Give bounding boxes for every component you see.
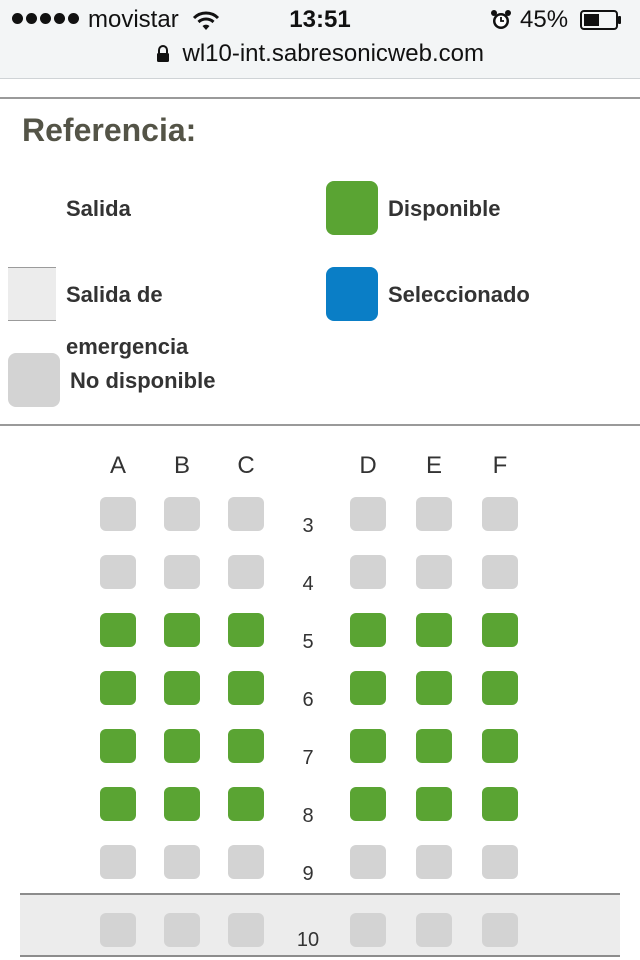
lock-icon [157, 45, 170, 62]
seat-3e [416, 497, 452, 531]
seat-9c [228, 845, 264, 879]
legend-swatch-unavailable [8, 353, 60, 407]
seat-7e[interactable] [416, 729, 452, 763]
seat-7c[interactable] [228, 729, 264, 763]
column-label-d: D [359, 452, 377, 479]
seat-4d [350, 555, 386, 589]
seat-8d[interactable] [350, 787, 386, 821]
seat-3c [228, 497, 264, 531]
seat-9f [482, 845, 518, 879]
column-label-a: A [109, 452, 126, 479]
seat-4a [100, 555, 136, 589]
divider [0, 424, 640, 426]
seat-4b [164, 555, 200, 589]
row-number: 9 [302, 863, 314, 885]
seat-5c[interactable] [228, 613, 264, 647]
row-number: 8 [302, 805, 314, 827]
seat-10e [416, 913, 452, 947]
seat-10b [164, 913, 200, 947]
seat-8b[interactable] [164, 787, 200, 821]
legend-label-seleccionado: Seleccionado [388, 282, 530, 307]
seat-6b[interactable] [164, 671, 200, 705]
row-number: 3 [302, 515, 314, 537]
seat-3a [100, 497, 136, 531]
seat-9e [416, 845, 452, 879]
row-number: 5 [302, 631, 314, 653]
battery-icon [580, 10, 621, 30]
seat-5f[interactable] [482, 613, 518, 647]
status-bar: movistar 13:51 45% [0, 0, 640, 40]
seat-6a[interactable] [100, 671, 136, 705]
column-label-c: C [237, 452, 255, 479]
row-number: 10 [296, 929, 320, 951]
seat-10c [228, 913, 264, 947]
seat-8f[interactable] [482, 787, 518, 821]
seat-10d [350, 913, 386, 947]
column-label-f: F [492, 452, 508, 479]
legend-label-emergencia: emergencia [66, 334, 189, 359]
seat-5d[interactable] [350, 613, 386, 647]
divider [0, 97, 640, 99]
column-label-b: B [173, 452, 190, 479]
seat-5e[interactable] [416, 613, 452, 647]
browser-chrome: movistar 13:51 45% wl10-int.sabresonicwe… [0, 0, 640, 79]
seat-3d [350, 497, 386, 531]
seat-5b[interactable] [164, 613, 200, 647]
column-label-e: E [425, 452, 442, 479]
url-text: wl10-int.sabresonicweb.com [182, 40, 484, 67]
seat-9b [164, 845, 200, 879]
legend-swatch-selected [326, 267, 378, 321]
legend-label-salida: Salida [66, 196, 131, 221]
seat-6f[interactable] [482, 671, 518, 705]
battery-percent: 45% [520, 6, 569, 33]
legend-label-no-disponible: No disponible [70, 368, 216, 393]
address-bar[interactable]: wl10-int.sabresonicweb.com [0, 40, 640, 74]
seat-10a [100, 913, 136, 947]
legend-label-salida-de: Salida de [66, 282, 163, 307]
seat-8e[interactable] [416, 787, 452, 821]
row-number: 7 [302, 747, 314, 769]
row-number: 4 [302, 573, 314, 595]
seat-7b[interactable] [164, 729, 200, 763]
seat-8a[interactable] [100, 787, 136, 821]
seat-4f [482, 555, 518, 589]
seat-7a[interactable] [100, 729, 136, 763]
seat-9d [350, 845, 386, 879]
legend-label-disponible: Disponible [388, 196, 501, 221]
seat-7d[interactable] [350, 729, 386, 763]
seat-4c [228, 555, 264, 589]
row-number: 6 [302, 689, 314, 711]
seat-5a[interactable] [100, 613, 136, 647]
seat-10f [482, 913, 518, 947]
seat-3f [482, 497, 518, 531]
seat-9a [100, 845, 136, 879]
alarm-clock-icon [491, 10, 511, 29]
legend-title: Referencia: [22, 112, 197, 148]
seat-6e[interactable] [416, 671, 452, 705]
seat-6c[interactable] [228, 671, 264, 705]
legend-swatch-available [326, 181, 378, 235]
seat-4e [416, 555, 452, 589]
seat-7f[interactable] [482, 729, 518, 763]
seat-3b [164, 497, 200, 531]
legend-swatch-emergency-exit [8, 267, 56, 321]
seat-6d[interactable] [350, 671, 386, 705]
seat-8c[interactable] [228, 787, 264, 821]
